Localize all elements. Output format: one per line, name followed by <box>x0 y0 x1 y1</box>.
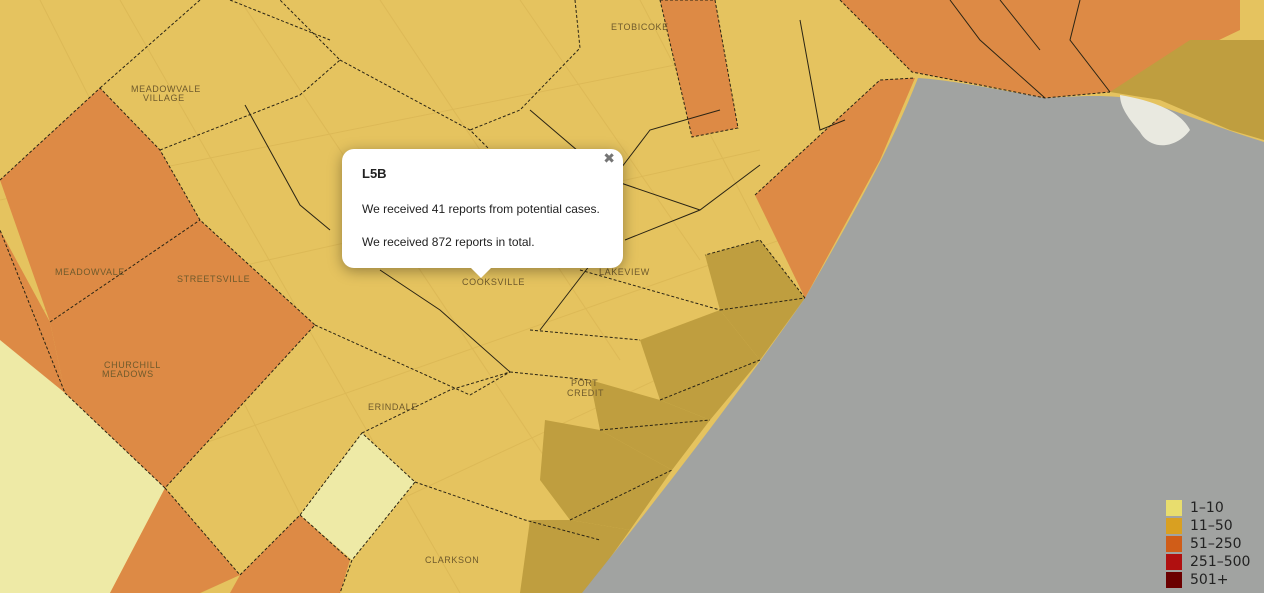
place-label: PORT <box>571 378 598 388</box>
legend-label: 1–10 <box>1190 500 1224 516</box>
popup-total-reports: We received 872 reports in total. <box>362 235 535 249</box>
place-label: CREDIT <box>567 388 604 398</box>
legend-swatch <box>1166 518 1182 534</box>
legend-label: 501+ <box>1190 572 1229 588</box>
place-label: MEADOWVALE <box>55 267 125 277</box>
legend-item: 251–500 <box>1166 553 1264 571</box>
popup-title: L5B <box>362 166 387 181</box>
legend-item: 11–50 <box>1166 517 1264 535</box>
map-legend: 1–10 11–50 51–250 251–500 501+ <box>1166 499 1264 593</box>
close-icon[interactable]: ✖ <box>603 151 615 167</box>
legend-swatch <box>1166 572 1182 588</box>
legend-swatch <box>1166 554 1182 570</box>
legend-swatch <box>1166 500 1182 516</box>
place-label: VILLAGE <box>143 93 185 103</box>
place-label: CLARKSON <box>425 555 479 565</box>
region-popup: ✖ L5B We received 41 reports from potent… <box>342 149 623 278</box>
legend-label: 11–50 <box>1190 518 1233 534</box>
legend-item: 1–10 <box>1166 499 1264 517</box>
place-label: ETOBICOKE <box>611 22 669 32</box>
popup-tip <box>471 268 491 278</box>
place-label: COOKSVILLE <box>462 277 525 287</box>
place-label: ERINDALE <box>368 402 418 412</box>
popup-potential-cases: We received 41 reports from potential ca… <box>362 202 600 216</box>
legend-item: 51–250 <box>1166 535 1264 553</box>
choropleth-map[interactable]: ETOBICOKE MEADOWVALE VILLAGE MEADOWVALE … <box>0 0 1264 593</box>
place-label: MEADOWS <box>102 369 154 379</box>
legend-item: 501+ <box>1166 571 1264 589</box>
legend-label: 51–250 <box>1190 536 1242 552</box>
place-label: LAKEVIEW <box>599 267 650 277</box>
legend-swatch <box>1166 536 1182 552</box>
place-label: STREETSVILLE <box>177 274 250 284</box>
legend-label: 251–500 <box>1190 554 1251 570</box>
